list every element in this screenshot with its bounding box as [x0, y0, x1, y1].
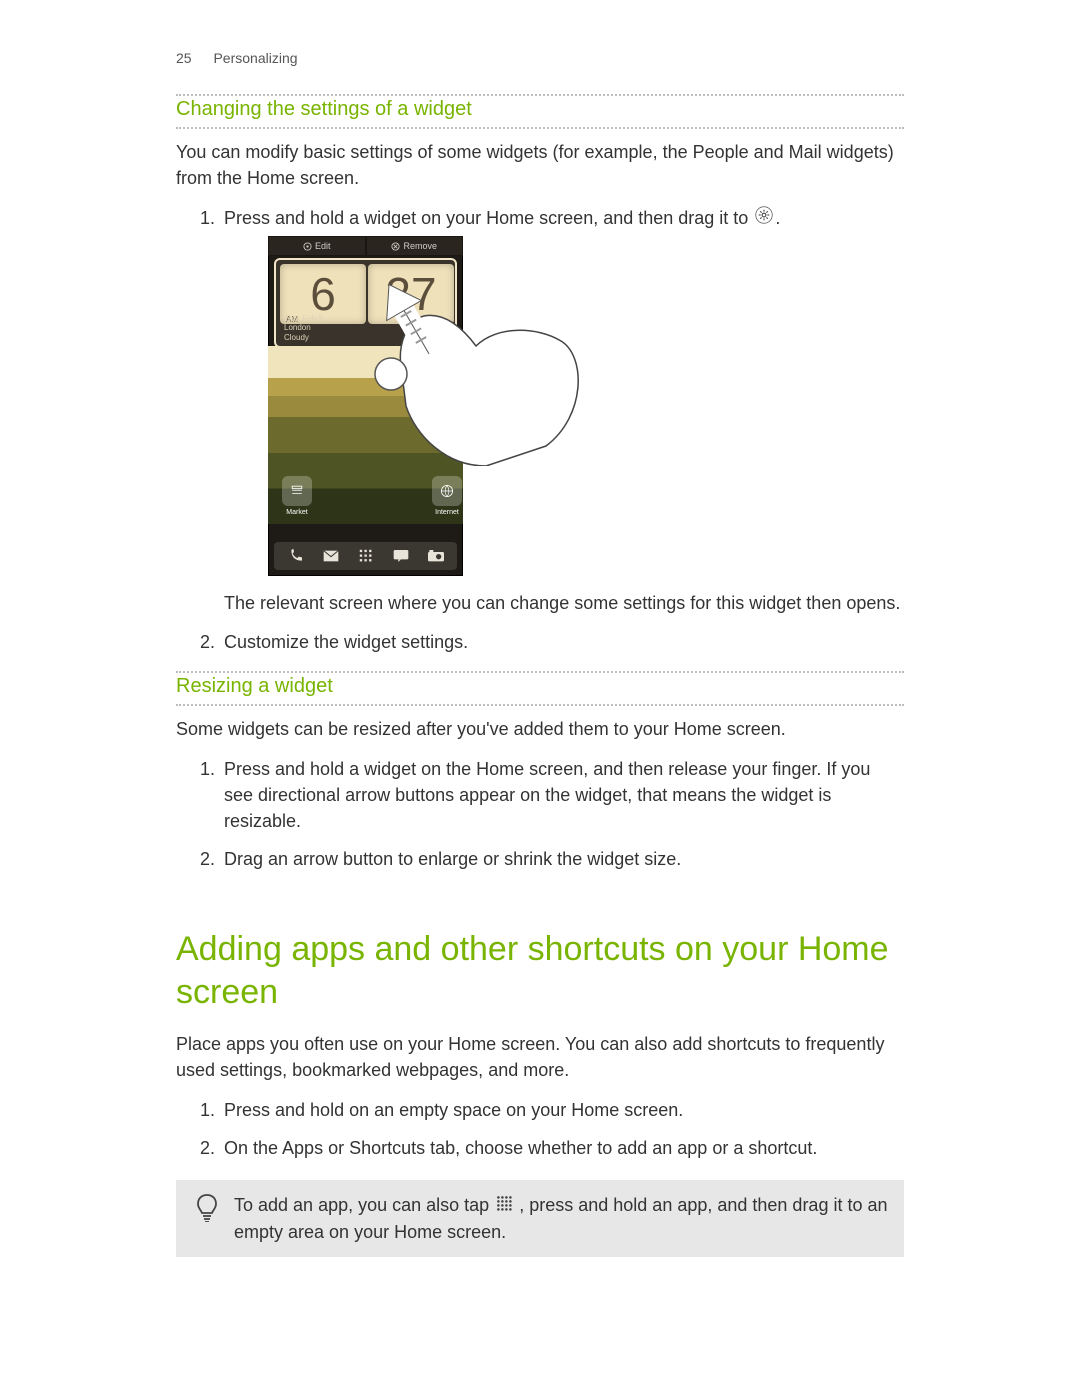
step-text: Press and hold on an empty space on your…: [224, 1100, 683, 1120]
wallpaper: Market Internet: [268, 346, 463, 524]
clock-widget: 6 AM 27 Thu, Feb 9 London Cloudy: [276, 260, 455, 346]
step-item: Press and hold a widget on the Home scre…: [220, 756, 904, 834]
paragraph: You can modify basic settings of some wi…: [176, 139, 904, 191]
phone-edit-button: Edit: [268, 236, 366, 256]
section-title: Adding apps and other shortcuts on your …: [176, 928, 904, 1013]
subheading-rule: Changing the settings of a widget: [176, 94, 904, 129]
apps-grid-icon: [496, 1192, 512, 1218]
step-text: Customize the widget settings.: [224, 632, 468, 652]
subheading-resizing-widget: Resizing a widget: [176, 675, 904, 700]
clock-meta: Thu, Feb 9 London Cloudy: [284, 314, 323, 343]
step-list: Press and hold a widget on the Home scre…: [176, 756, 904, 872]
camera-icon: [426, 546, 446, 566]
running-header: 25 Personalizing: [176, 50, 904, 66]
step-item: Drag an arrow button to enlarge or shrin…: [220, 846, 904, 872]
phone-remove-button: Remove: [366, 236, 464, 256]
subheading-changing-widget-settings: Changing the settings of a widget: [176, 98, 904, 123]
step-result-text: The relevant screen where you can change…: [224, 590, 904, 616]
step-list: Press and hold on an empty space on your…: [176, 1097, 904, 1161]
step-text: Press and hold a widget on your Home scr…: [224, 208, 753, 228]
step-item: Press and hold on an empty space on your…: [220, 1097, 904, 1123]
lightbulb-icon: [190, 1194, 224, 1222]
section-name: Personalizing: [213, 50, 297, 66]
subheading-rule: Resizing a widget: [176, 671, 904, 706]
phone-frame: Edit Remove 6 AM 27: [268, 236, 463, 576]
tip-box: To add an app, you can also tap , press …: [176, 1180, 904, 1257]
step-item: Press and hold a widget on your Home scr…: [220, 205, 904, 616]
step-list: Press and hold a widget on your Home scr…: [176, 205, 904, 654]
apps-grid-icon: [356, 546, 376, 566]
dock: [274, 542, 457, 570]
page-number: 25: [176, 50, 192, 66]
mail-icon: [321, 546, 341, 566]
step-text: Drag an arrow button to enlarge or shrin…: [224, 849, 681, 869]
home-app: Market: [282, 476, 312, 518]
home-apps: Market Internet: [282, 476, 462, 518]
step-item: Customize the widget settings.: [220, 629, 904, 655]
phone-illustration: Edit Remove 6 AM 27: [268, 236, 578, 576]
gear-icon: [755, 205, 773, 231]
clock-minute-tile: 27: [368, 264, 454, 324]
step-text: On the Apps or Shortcuts tab, choose whe…: [224, 1138, 817, 1158]
phone-icon: [286, 546, 306, 566]
paragraph: Place apps you often use on your Home sc…: [176, 1031, 904, 1083]
step-item: On the Apps or Shortcuts tab, choose whe…: [220, 1135, 904, 1161]
manual-page: 25 Personalizing Changing the settings o…: [0, 0, 1080, 1397]
message-icon: [391, 546, 411, 566]
paragraph: Some widgets can be resized after you've…: [176, 716, 904, 742]
tip-text: To add an app, you can also tap , press …: [234, 1192, 890, 1245]
home-app: Internet: [432, 476, 462, 518]
step-text: Press and hold a widget on the Home scre…: [224, 759, 870, 831]
